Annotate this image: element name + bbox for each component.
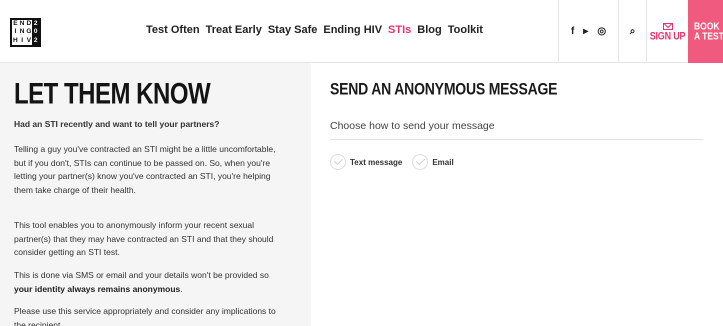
search-icon: ⌕ bbox=[629, 26, 636, 37]
lead-text: Had an STI recently and want to tell you… bbox=[14, 119, 220, 129]
email-label: Email bbox=[432, 157, 454, 167]
book-a-test-button[interactable]: BOOK A TEST bbox=[688, 0, 723, 63]
text-message-label: Text message bbox=[350, 157, 403, 167]
search-button[interactable]: ⌕ bbox=[618, 0, 646, 63]
nav-stay-safe[interactable]: Stay Safe bbox=[268, 24, 318, 36]
logo-letter: D bbox=[26, 19, 32, 27]
message-form: SEND AN ANONYMOUS MESSAGE Choose how to … bbox=[311, 63, 723, 326]
intro-paragraph: Telling a guy you've contracted an STI m… bbox=[14, 144, 276, 195]
sign-up-button[interactable]: SIGN UP bbox=[646, 0, 688, 63]
logo-year-digit: 2 bbox=[32, 19, 39, 29]
ending-hiv-2020-logo[interactable]: E N D 2 I N G 0 H I V 2 bbox=[10, 18, 41, 47]
text-message-option[interactable]: Text message bbox=[330, 154, 402, 170]
twitter-icon[interactable]: ▸ bbox=[583, 26, 588, 37]
nav-blog[interactable]: Blog bbox=[417, 24, 441, 36]
tool-paragraph: This tool enables you to anonymously inf… bbox=[14, 220, 274, 257]
check-icon[interactable] bbox=[330, 154, 346, 170]
usage-paragraph: Please use this service appropriately an… bbox=[14, 306, 276, 326]
logo-letter: N bbox=[19, 28, 25, 36]
logo-year-digit: 2 bbox=[32, 36, 39, 45]
logo-year-digit: 0 bbox=[32, 28, 39, 37]
logo-letter: H bbox=[13, 36, 18, 44]
logo-letter: E bbox=[13, 19, 18, 27]
facebook-icon[interactable]: f bbox=[571, 26, 574, 37]
nav-ending-hiv[interactable]: Ending HIV bbox=[323, 24, 382, 36]
anonymity-paragraph: This is done via SMS or email and your d… bbox=[14, 269, 282, 296]
page-title: LET THEM KNOW bbox=[14, 77, 211, 111]
nav-treat-early[interactable]: Treat Early bbox=[206, 24, 262, 36]
check-icon[interactable] bbox=[412, 154, 429, 170]
logo-letter: G bbox=[26, 28, 32, 36]
nav-toolkit[interactable]: Toolkit bbox=[448, 24, 483, 36]
logo-letter: N bbox=[19, 19, 25, 27]
anonymity-end: . bbox=[180, 283, 183, 294]
nav-stis[interactable]: STIs bbox=[388, 24, 411, 36]
anonymity-bold-text: your identity always remains anonymous bbox=[14, 283, 181, 294]
logo-letter: I bbox=[21, 36, 24, 44]
anonymity-text: This is done via SMS or email and your d… bbox=[14, 270, 269, 280]
sign-up-label: SIGN UP bbox=[649, 29, 686, 42]
social-links: f ▸ ◎ bbox=[558, 0, 618, 63]
nav-test-often[interactable]: Test Often bbox=[146, 24, 200, 36]
logo-letter: V bbox=[26, 36, 32, 44]
divider bbox=[330, 139, 703, 140]
instagram-icon[interactable]: ◎ bbox=[597, 26, 606, 37]
main-nav: Test Often Treat Early Stay Safe Ending … bbox=[146, 24, 483, 36]
form-title: SEND AN ANONYMOUS MESSAGE bbox=[330, 79, 558, 99]
method-options: Text message Email bbox=[330, 154, 454, 170]
logo-letter: I bbox=[14, 28, 17, 36]
info-panel: LET THEM KNOW Had an STI recently and wa… bbox=[0, 63, 311, 326]
site-header: E N D 2 I N G 0 H I V 2 Test Often Treat… bbox=[0, 0, 723, 63]
envelope-icon bbox=[662, 22, 673, 30]
method-prompt: Choose how to send your message bbox=[330, 120, 495, 132]
book-label-line2: A TEST bbox=[694, 29, 723, 42]
email-option[interactable]: Email bbox=[412, 154, 454, 170]
